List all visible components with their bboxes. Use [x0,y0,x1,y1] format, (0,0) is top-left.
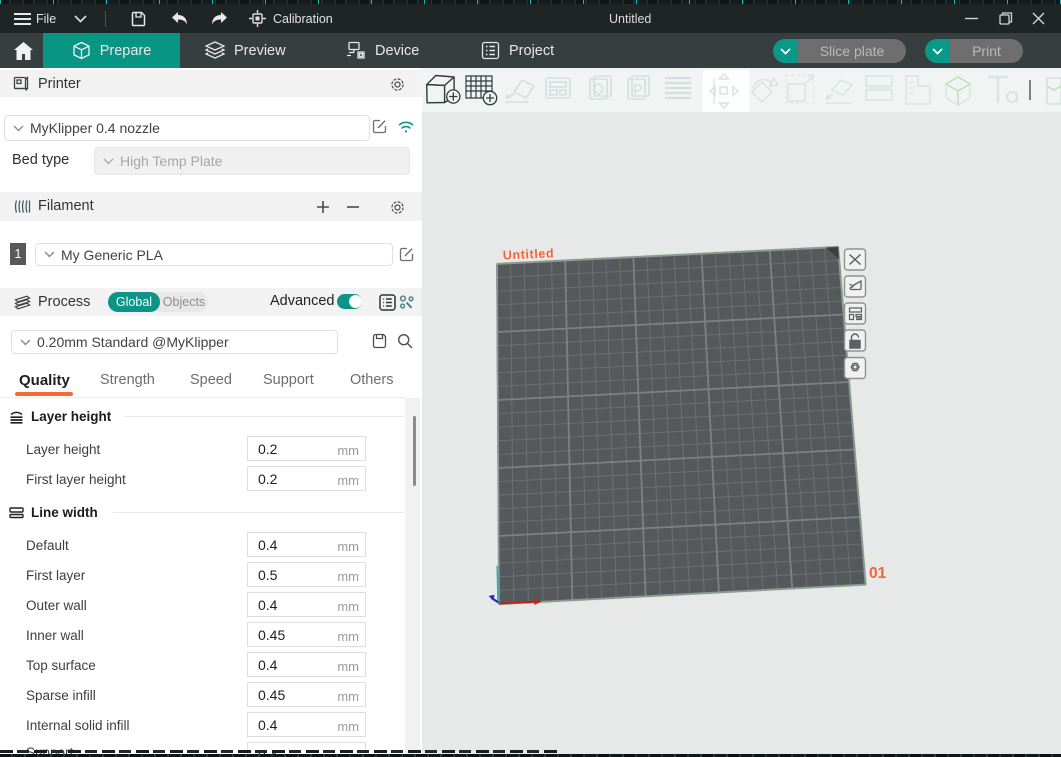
svg-text:Untitled: Untitled [503,246,555,262]
svg-text:01: 01 [869,565,887,582]
